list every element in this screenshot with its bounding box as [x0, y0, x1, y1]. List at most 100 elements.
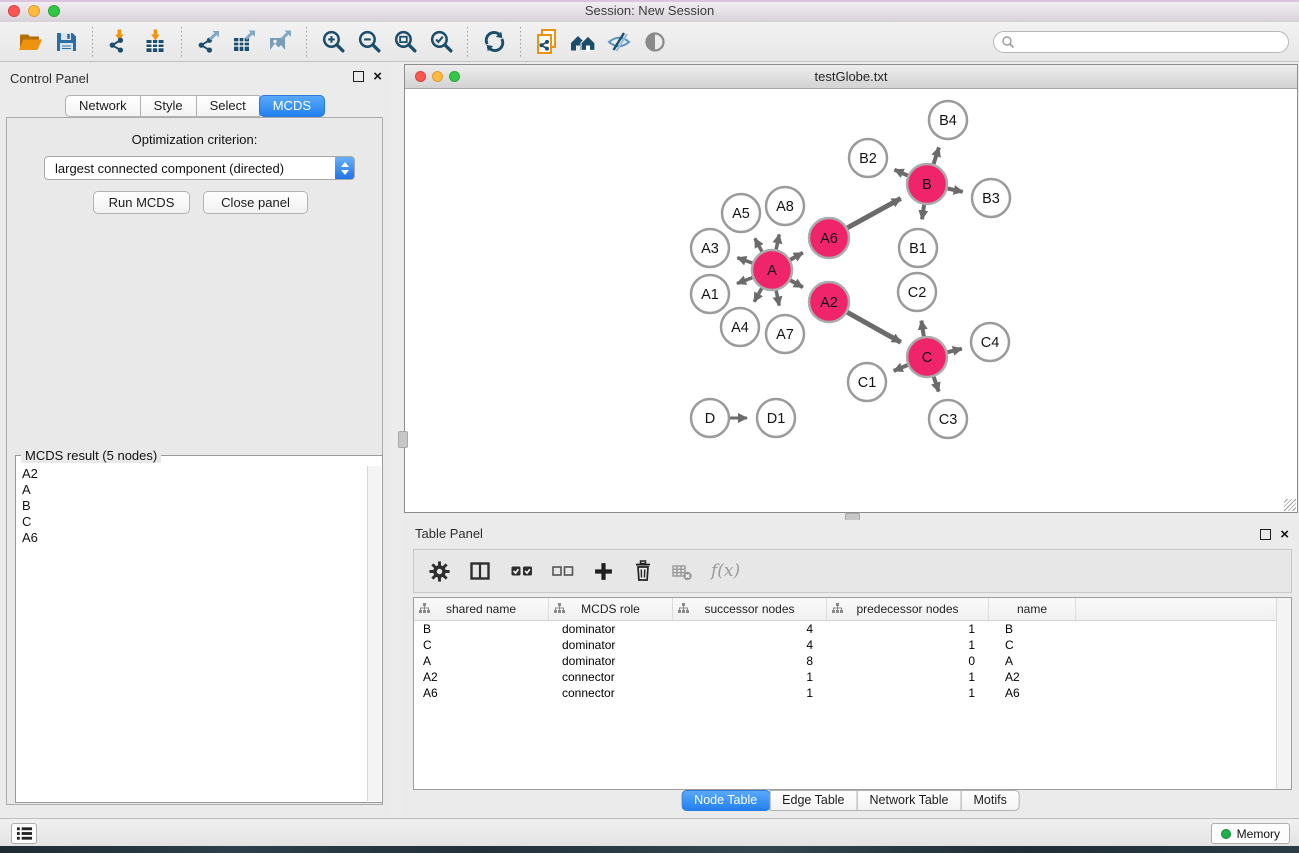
- import-table-icon[interactable]: [137, 25, 173, 59]
- import-network-icon[interactable]: [101, 25, 137, 59]
- edge-A6-B[interactable]: [847, 198, 900, 227]
- tab-network-table[interactable]: Network Table: [857, 790, 962, 811]
- node-B3[interactable]: B3: [972, 179, 1010, 217]
- edge-A-A8[interactable]: [776, 234, 779, 249]
- select-all-checkboxes-icon[interactable]: [511, 561, 533, 581]
- create-new-column-icon[interactable]: [593, 561, 614, 582]
- edge-A2-C[interactable]: [847, 312, 901, 342]
- zoom-fit-icon[interactable]: [387, 25, 423, 59]
- node-A8[interactable]: A8: [766, 187, 804, 225]
- open-session-icon[interactable]: [12, 25, 48, 59]
- table-cell: 4: [673, 638, 827, 652]
- close-panel-icon[interactable]: [373, 70, 382, 83]
- edge-A-A6[interactable]: [790, 253, 803, 260]
- node-B2[interactable]: B2: [849, 139, 887, 177]
- network-vertical-scrollbar-thumb[interactable]: [398, 431, 408, 448]
- node-D[interactable]: D: [691, 399, 729, 437]
- show-details-eye-icon[interactable]: [637, 25, 673, 59]
- close-table-panel-icon[interactable]: [1280, 528, 1289, 541]
- tab-select[interactable]: Select: [196, 95, 260, 117]
- node-A2[interactable]: A2: [809, 282, 849, 322]
- network-window-titlebar[interactable]: testGlobe.txt: [405, 65, 1297, 89]
- deselect-all-checkboxes-icon[interactable]: [552, 561, 574, 581]
- resize-grip[interactable]: [1284, 499, 1296, 511]
- node-C3[interactable]: C3: [929, 400, 967, 438]
- close-panel-button[interactable]: Close panel: [203, 191, 308, 214]
- edge-A-A7[interactable]: [776, 291, 779, 306]
- zoom-selected-icon[interactable]: [423, 25, 459, 59]
- node-B4[interactable]: B4: [929, 101, 967, 139]
- show-column-icon[interactable]: [469, 561, 492, 581]
- edge-C-C4[interactable]: [947, 349, 961, 352]
- node-A[interactable]: A: [752, 250, 792, 290]
- node-C1[interactable]: C1: [848, 363, 886, 401]
- node-A5[interactable]: A5: [722, 194, 760, 232]
- edge-B-B4[interactable]: [934, 148, 939, 164]
- node-A7[interactable]: A7: [766, 315, 804, 353]
- run-mcds-button[interactable]: Run MCDS: [93, 191, 190, 214]
- node-A1[interactable]: A1: [691, 275, 729, 313]
- edge-A-A4[interactable]: [754, 288, 762, 301]
- search-input[interactable]: [1015, 33, 1288, 51]
- table-scrollbar[interactable]: [1276, 598, 1291, 789]
- export-table-icon[interactable]: [226, 25, 262, 59]
- node-B1[interactable]: B1: [899, 229, 937, 267]
- edge-B-B1[interactable]: [922, 205, 924, 219]
- node-C[interactable]: C: [907, 337, 947, 377]
- tab-mcds[interactable]: MCDS: [259, 95, 325, 117]
- memory-button[interactable]: Memory: [1211, 823, 1290, 844]
- zoom-in-icon[interactable]: [315, 25, 351, 59]
- network-canvas[interactable]: B4 B2 B B3 A8A5 A6 A3 B1 A C2 A1 A2 A4A7 C4 C C1 C3 D D1: [405, 88, 1297, 512]
- mcds-result-list[interactable]: A2ABCA6: [17, 466, 367, 801]
- edge-A-A2[interactable]: [790, 280, 803, 287]
- zoom-out-icon[interactable]: [351, 25, 387, 59]
- column-header-name[interactable]: name: [989, 598, 1076, 620]
- column-header-shared-name[interactable]: shared name: [414, 598, 549, 620]
- criterion-dropdown[interactable]: largest connected component (directed): [44, 156, 355, 180]
- home-icon[interactable]: [565, 25, 601, 59]
- refresh-icon[interactable]: [476, 25, 512, 59]
- edge-B-B2[interactable]: [895, 170, 908, 176]
- table-row[interactable]: A6connector11A6: [414, 685, 1291, 701]
- tab-style[interactable]: Style: [140, 95, 197, 117]
- mcds-result-scrollbar[interactable]: [367, 466, 381, 801]
- column-header-predecessor-nodes[interactable]: predecessor nodes: [827, 598, 989, 620]
- column-header-mcds-role[interactable]: MCDS role: [549, 598, 673, 620]
- node-C2[interactable]: C2: [898, 273, 936, 311]
- table-row[interactable]: Bdominator41B: [414, 621, 1291, 637]
- hide-details-icon[interactable]: [601, 25, 637, 59]
- edge-A-A1[interactable]: [737, 278, 752, 284]
- table-row[interactable]: A2connector11A2: [414, 669, 1291, 685]
- open-session-document-icon[interactable]: [529, 25, 565, 59]
- export-image-icon[interactable]: [262, 25, 298, 59]
- node-A6[interactable]: A6: [809, 218, 849, 258]
- table-cell: B: [414, 622, 549, 636]
- edge-C-C2[interactable]: [921, 321, 923, 337]
- tab-edge-table[interactable]: Edge Table: [769, 790, 857, 811]
- tab-motifs[interactable]: Motifs: [960, 790, 1019, 811]
- tab-node-table[interactable]: Node Table: [681, 790, 770, 811]
- node-A3[interactable]: A3: [691, 229, 729, 267]
- tab-network[interactable]: Network: [65, 95, 141, 117]
- task-history-button[interactable]: [11, 823, 37, 844]
- node-label: C4: [981, 335, 1000, 351]
- column-header-successor-nodes[interactable]: successor nodes: [673, 598, 827, 620]
- export-network-icon[interactable]: [190, 25, 226, 59]
- edge-B-B3[interactable]: [948, 188, 963, 191]
- table-settings-gear-icon[interactable]: [429, 561, 450, 582]
- edge-C-C1[interactable]: [894, 365, 908, 371]
- float-table-panel-icon[interactable]: [1260, 529, 1271, 540]
- table-row[interactable]: Adominator80A: [414, 653, 1291, 669]
- search-field[interactable]: [993, 31, 1289, 53]
- node-D1[interactable]: D1: [757, 399, 795, 437]
- edge-A-A3[interactable]: [737, 258, 752, 263]
- node-C4[interactable]: C4: [971, 323, 1009, 361]
- edge-A-A5[interactable]: [755, 238, 762, 251]
- node-A4[interactable]: A4: [721, 308, 759, 346]
- edge-C-C3[interactable]: [934, 377, 939, 392]
- node-B[interactable]: B: [907, 164, 947, 204]
- save-session-icon[interactable]: [48, 25, 84, 59]
- delete-columns-trash-icon[interactable]: [633, 560, 653, 582]
- table-row[interactable]: Cdominator41C: [414, 637, 1291, 653]
- float-panel-icon[interactable]: [353, 71, 364, 82]
